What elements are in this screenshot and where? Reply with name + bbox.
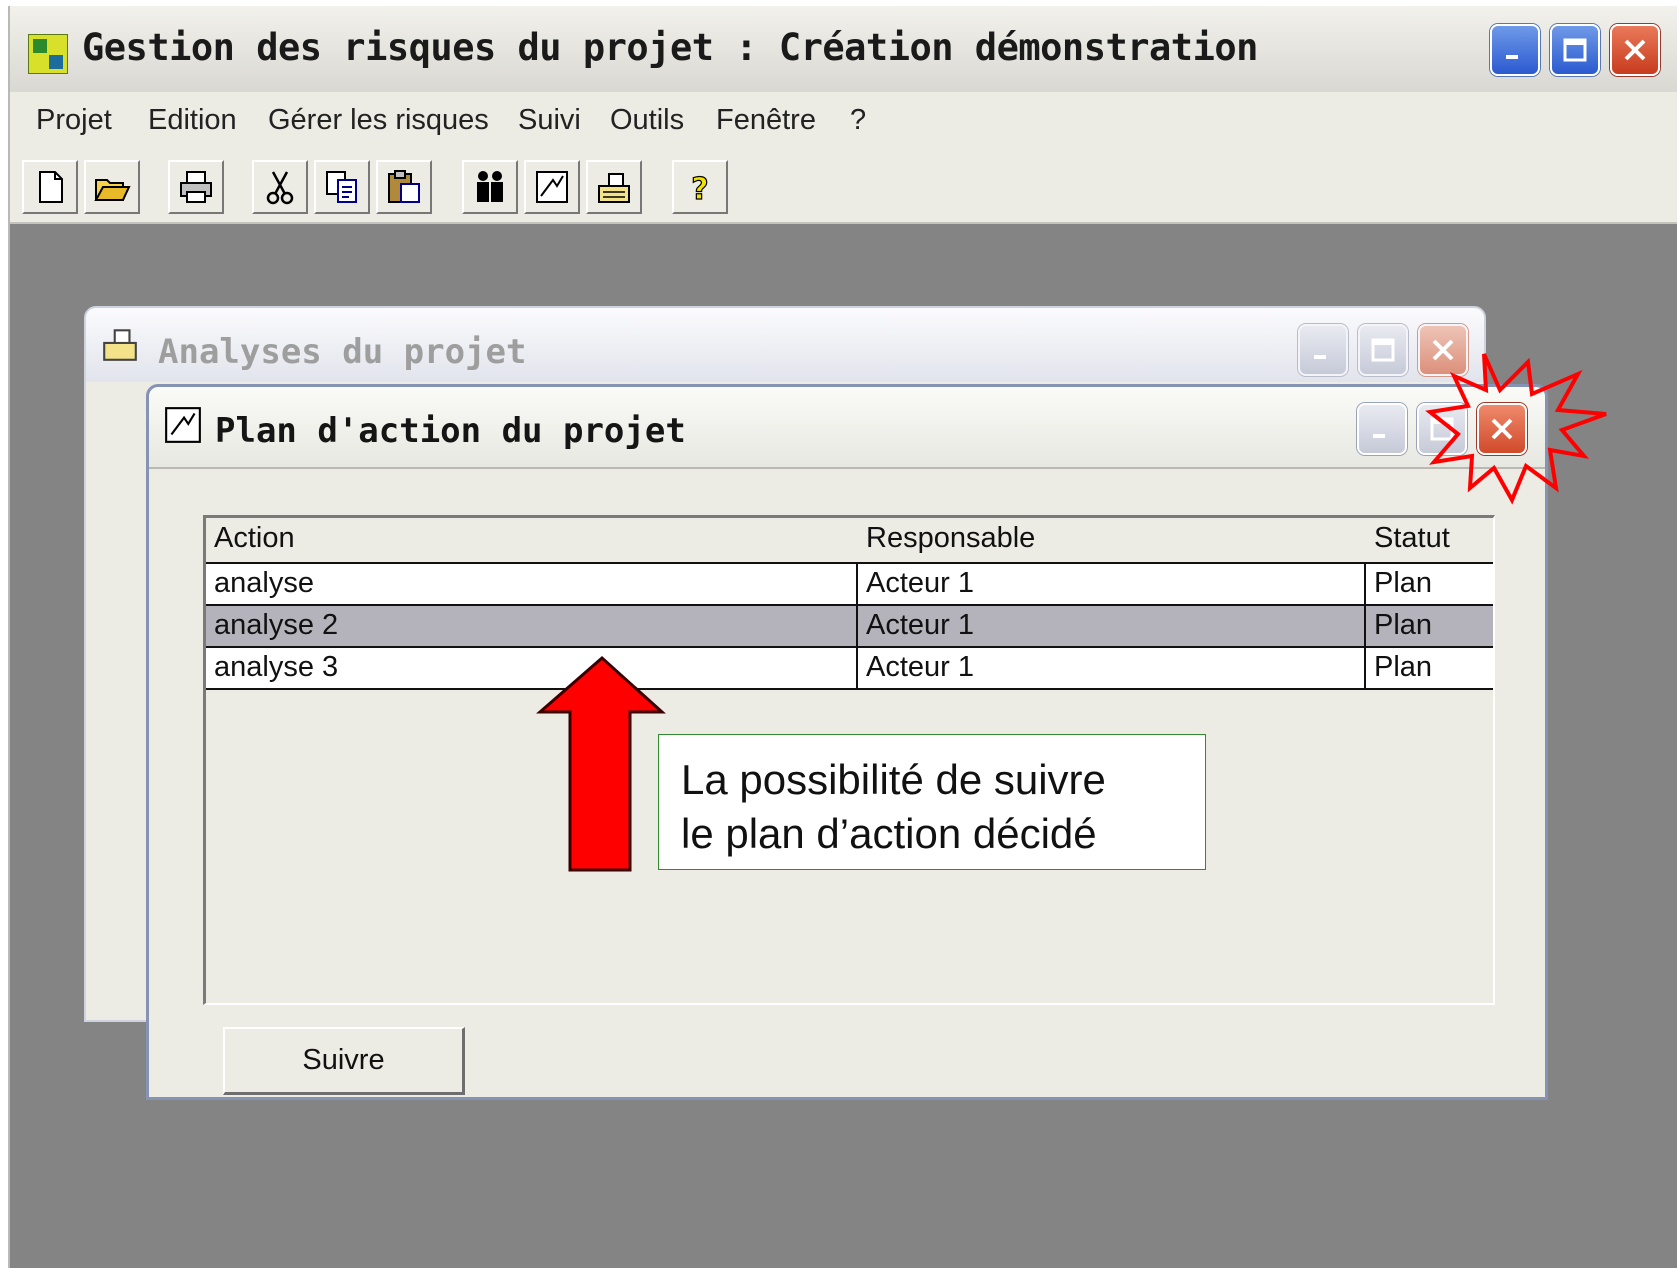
cell-action: analyse 2: [214, 609, 339, 641]
column-header-statut[interactable]: Statut: [1374, 522, 1450, 555]
close-highlight-starburst-icon: [1425, 353, 1607, 505]
action-plan-button[interactable]: [524, 160, 580, 214]
maximize-button[interactable]: [1550, 24, 1600, 76]
plan-minimize-button[interactable]: [1357, 403, 1407, 455]
analyses-window-icon: [103, 329, 137, 361]
maximize-icon: [1563, 38, 1587, 62]
help-icon: ?: [691, 171, 710, 206]
menu-outils[interactable]: Outils: [610, 104, 684, 137]
new-document-icon: [39, 171, 63, 203]
print-icon: [180, 171, 212, 203]
users-button[interactable]: [462, 160, 518, 214]
table-row[interactable]: analyse 3 Acteur 1 Plan: [206, 646, 1493, 688]
minimize-icon: [1506, 55, 1518, 59]
copy-icon: [326, 171, 357, 203]
close-icon: [1624, 39, 1646, 61]
analyses-maximize-button[interactable]: [1358, 324, 1408, 376]
cell-statut: Plan: [1374, 609, 1433, 641]
action-plan-icon: [536, 171, 568, 203]
column-header-action[interactable]: Action: [214, 522, 295, 555]
analyses-titlebar[interactable]: Analyses du projet: [86, 308, 1484, 382]
table-row-selected[interactable]: analyse 2 Acteur 1 Plan: [206, 604, 1493, 646]
cell-responsable: Acteur 1: [866, 609, 974, 641]
menu-suivi[interactable]: Suivi: [518, 104, 581, 137]
paste-icon: [388, 170, 420, 203]
menu-edition[interactable]: Edition: [148, 104, 237, 137]
toolbar: ?: [10, 146, 1677, 224]
new-button[interactable]: [22, 160, 78, 214]
analyses-window-title: Analyses du projet: [158, 332, 527, 372]
menu-projet[interactable]: Projet: [36, 104, 112, 137]
menu-gerer-risques[interactable]: Gérer les risques: [268, 104, 489, 137]
cell-statut: Plan: [1374, 567, 1433, 599]
users-icon: [477, 171, 503, 202]
maximize-icon: [1371, 338, 1395, 362]
close-button[interactable]: [1610, 24, 1660, 76]
menu-fenetre[interactable]: Fenêtre: [716, 104, 816, 137]
cell-responsable: Acteur 1: [866, 651, 974, 683]
cell-action: analyse 3: [214, 651, 339, 683]
red-up-arrow-icon: [536, 656, 666, 872]
minimize-icon: [1314, 355, 1326, 359]
minimize-button[interactable]: [1490, 24, 1540, 76]
cut-icon: [266, 171, 294, 205]
action-plan-window-title: Plan d'action du projet: [215, 411, 686, 451]
annotation-callout: La possibilité de suivre le plan d’actio…: [658, 734, 1206, 870]
table-row[interactable]: analyse Acteur 1 Plan: [206, 562, 1493, 604]
copy-button[interactable]: [314, 160, 370, 214]
minimize-icon: [1373, 434, 1385, 438]
paste-button[interactable]: [376, 160, 432, 214]
cell-action: analyse: [214, 567, 314, 599]
column-header-responsable[interactable]: Responsable: [866, 522, 1035, 555]
cell-statut: Plan: [1374, 651, 1433, 683]
analyses-minimize-button[interactable]: [1298, 324, 1348, 376]
main-titlebar[interactable]: Gestion des risques du projet : Création…: [10, 6, 1677, 92]
help-button[interactable]: ?: [672, 160, 728, 214]
open-button[interactable]: [84, 160, 140, 214]
grid-header: Action Responsable Statut: [206, 518, 1493, 562]
print-button[interactable]: [168, 160, 224, 214]
annotation-line-2: le plan d’action décidé: [681, 810, 1097, 857]
action-plan-window-icon: [165, 407, 201, 443]
cut-button[interactable]: [252, 160, 308, 214]
menu-bar: Projet Edition Gérer les risques Suivi O…: [10, 92, 1677, 146]
analyses-icon: [598, 173, 630, 203]
svg-text:?: ?: [691, 172, 708, 206]
main-window-title: Gestion des risques du projet : Création…: [82, 26, 1258, 69]
cell-responsable: Acteur 1: [866, 567, 974, 599]
annotation-line-1: La possibilité de suivre: [681, 756, 1106, 803]
analyses-button[interactable]: [586, 160, 642, 214]
open-folder-icon: [94, 179, 131, 201]
menu-help[interactable]: ?: [850, 104, 866, 137]
suivre-button[interactable]: Suivre: [223, 1027, 465, 1095]
action-plan-titlebar[interactable]: Plan d'action du projet: [149, 387, 1545, 469]
grid-rows-end: [206, 688, 1493, 690]
app-logo-icon: [28, 34, 68, 74]
